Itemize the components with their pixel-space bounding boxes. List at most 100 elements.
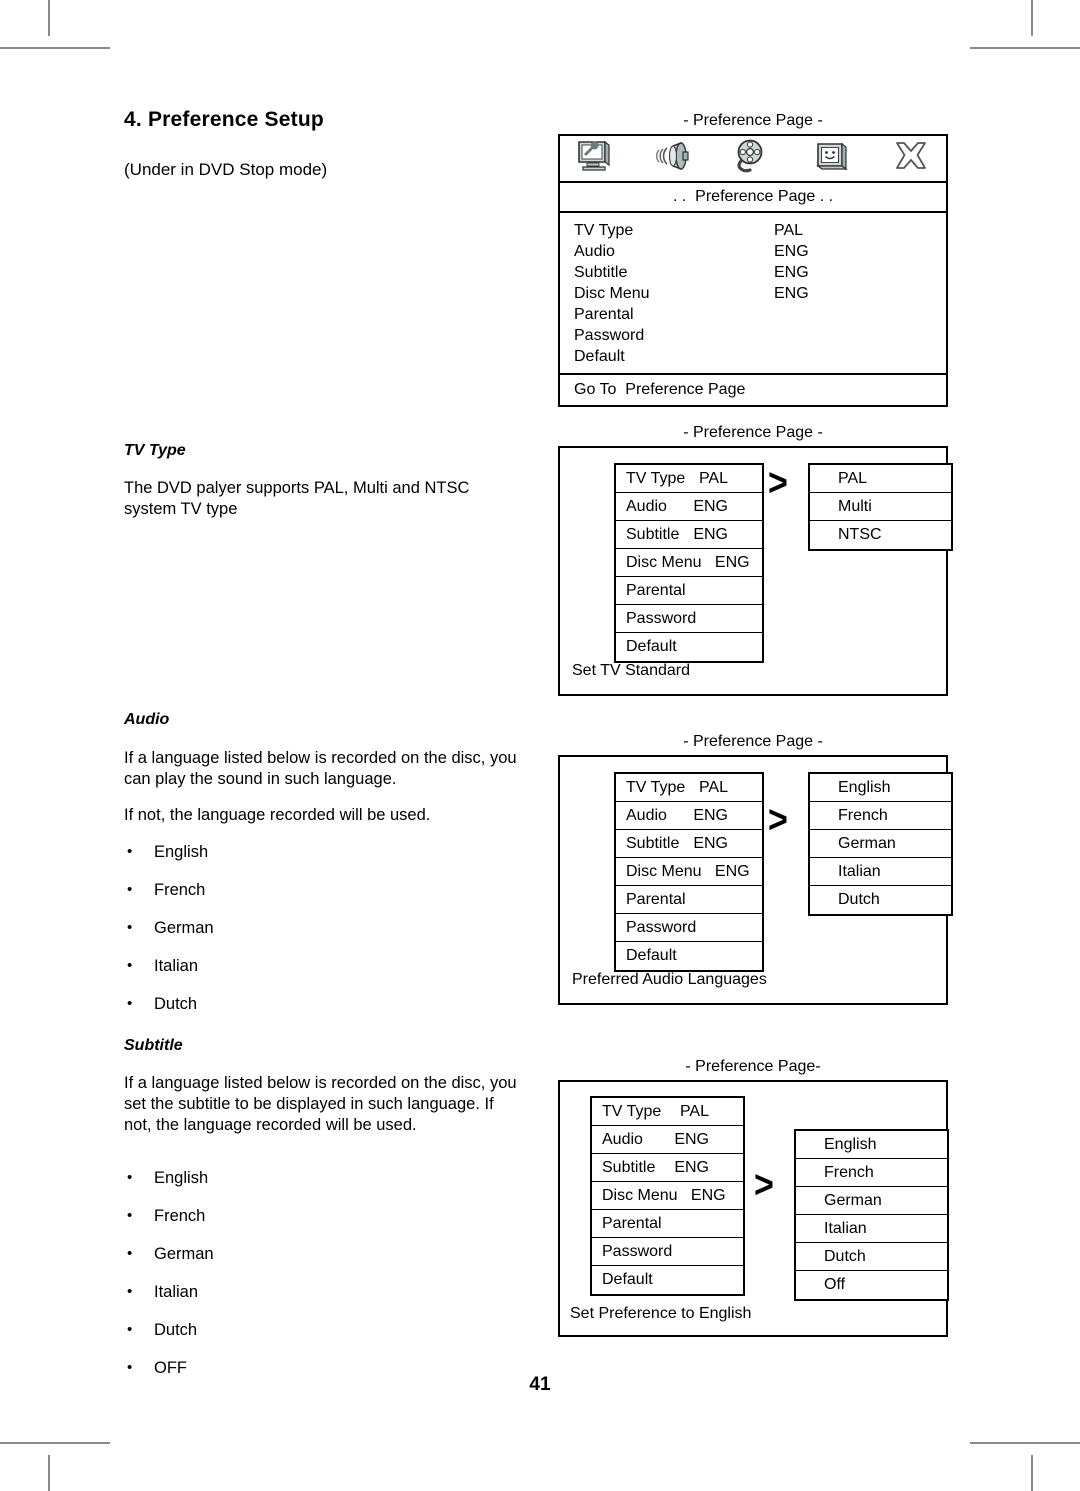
video-setup-icon[interactable] [732, 139, 774, 178]
page-title: 4. Preference Setup [124, 108, 324, 131]
list-item: Dutch [124, 1320, 424, 1340]
osd-footer-hint: Set TV Standard [572, 662, 690, 679]
osd-menu-item[interactable]: Subtitle ENG [616, 830, 762, 858]
osd-menu-item-label: Audio [626, 807, 667, 824]
osd-menu-item[interactable]: TV Type PAL [592, 1098, 743, 1126]
diagram-caption: - Preference Page - [683, 112, 823, 129]
selection-arrow-icon: > [768, 461, 788, 505]
osd-menu-item[interactable]: Password [592, 1238, 743, 1266]
osd-menu-item-label: Disc Menu ENG [602, 1187, 726, 1204]
osd-menu-item-label: TV Type [602, 1103, 662, 1120]
osd-menu-item[interactable]: Parental [592, 1210, 743, 1238]
osd-menu-item-label: Password [626, 919, 697, 936]
list-item: English [124, 1168, 424, 1188]
list-item: Italian [124, 1282, 424, 1302]
osd-submenu-item[interactable]: English [796, 1131, 947, 1159]
osd-menu-item-label: Parental [626, 891, 686, 908]
osd-setting-row[interactable]: Password [560, 325, 946, 346]
page-subnote: (Under in DVD Stop mode) [124, 160, 328, 179]
crop-mark-top-left-vertical [48, 0, 50, 36]
subtitle-language-list: EnglishFrenchGermanItalianDutchOFF [124, 1168, 424, 1397]
crop-mark-bottom-right-vertical [1031, 1455, 1033, 1491]
osd-submenu-item[interactable]: Multi [810, 493, 951, 521]
section-body-audio-2: If not, the language recorded will be us… [124, 806, 431, 824]
osd-menu-item-label: Default [626, 638, 677, 655]
osd-menu-item[interactable]: Default [592, 1266, 743, 1294]
osd-menu-item-value: ENG [674, 1131, 709, 1148]
osd-setting-row[interactable]: Default [560, 346, 946, 367]
osd-submenu-item[interactable]: Italian [796, 1215, 947, 1243]
osd-submenu-item[interactable]: NTSC [810, 521, 951, 549]
osd-setting-value: ENG [774, 285, 809, 302]
osd-menu-item-label: Password [602, 1243, 673, 1260]
osd-menu-item[interactable]: Parental [616, 577, 762, 605]
osd-menu-item-label: Audio [626, 498, 667, 515]
osd-submenu-item[interactable]: French [796, 1159, 947, 1187]
osd-icon-bar [560, 136, 946, 183]
osd-menu-item[interactable]: TV Type PAL [616, 774, 762, 802]
osd-menu-item[interactable]: Disc Menu ENG [592, 1182, 743, 1210]
osd-setting-row[interactable]: Audio ENG [560, 241, 946, 262]
osd-menu-item[interactable]: TV Type PAL [616, 465, 762, 493]
crop-mark-top-left-horizontal [0, 47, 110, 49]
osd-menu-item-label: Audio [602, 1131, 643, 1148]
osd-menu-item-value: ENG [693, 526, 728, 543]
list-item: German [124, 1244, 424, 1264]
osd-submenu-item[interactable]: Dutch [796, 1243, 947, 1271]
osd-menu-item[interactable]: Default [616, 633, 762, 661]
osd-menu-item[interactable]: Audio ENG [616, 802, 762, 830]
selection-arrow-icon: > [768, 798, 788, 842]
osd-menu-item[interactable]: Password [616, 605, 762, 633]
osd-submenu-item[interactable]: German [810, 830, 951, 858]
osd-footer-hint: Set Preference to English [570, 1305, 752, 1322]
osd-menu-item-label: Parental [626, 582, 686, 599]
osd-submenu-item[interactable]: French [810, 802, 951, 830]
audio-setup-icon[interactable] [652, 140, 692, 177]
osd-submenu-item[interactable]: Dutch [810, 886, 951, 914]
osd-setting-label: Disc Menu [574, 285, 650, 302]
diagram-audio: - Preference Page - TV Type PAL Audio ENG Su… [558, 733, 953, 1005]
osd-menu-item[interactable]: Disc Menu ENG [616, 858, 762, 886]
list-item: Italian [124, 956, 424, 976]
osd-submenu-item[interactable]: Off [796, 1271, 947, 1299]
osd-setting-label: TV Type [574, 222, 634, 239]
osd-menu-item[interactable]: Audio ENG [616, 493, 762, 521]
osd-menu-column: TV Type PAL Audio ENG Subtitle ENG Disc Menu E… [614, 772, 764, 972]
crop-mark-top-right-vertical [1031, 0, 1033, 36]
osd-menu-item[interactable]: Default [616, 942, 762, 970]
osd-setting-row[interactable]: Parental [560, 304, 946, 325]
osd-menu-item[interactable]: Subtitle ENG [592, 1154, 743, 1182]
osd-footer-hint: Go To Preference Page [560, 373, 946, 405]
osd-setting-row[interactable]: Subtitle ENG [560, 262, 946, 283]
osd-setting-label: Subtitle [574, 264, 628, 281]
left-text-column: 4. Preference Setup (Under in DVD Stop m… [124, 108, 534, 180]
list-item: English [124, 842, 424, 862]
audio-language-list: English French German Italian Dutch [124, 842, 424, 1033]
preference-setup-icon[interactable] [814, 139, 850, 178]
osd-menu-item-label: Subtitle [602, 1159, 656, 1176]
osd-submenu-item[interactable]: English [810, 774, 951, 802]
exit-setup-icon[interactable] [890, 139, 932, 178]
osd-menu-item[interactable]: Subtitle ENG [616, 521, 762, 549]
osd-submenu-column: English French German Italian Dutch [808, 772, 953, 916]
osd-submenu-item[interactable]: PAL [810, 465, 951, 493]
osd-submenu-item[interactable]: German [796, 1187, 947, 1215]
diagram-preference-page-main: - Preference Page - . . Preference Page … [558, 112, 948, 407]
osd-setting-row[interactable]: Disc Menu ENG [560, 283, 946, 304]
general-setup-icon[interactable] [574, 139, 612, 178]
osd-menu-item[interactable]: Audio ENG [592, 1126, 743, 1154]
osd-menu-item[interactable]: Password [616, 914, 762, 942]
osd-setting-row[interactable]: TV Type PAL [560, 220, 946, 241]
section-body-tv-type: The DVD palyer supports PAL, Multi and N… [124, 479, 470, 518]
osd-menu-item-label: Parental [602, 1215, 662, 1232]
diagram-caption: - Preference Page - [683, 733, 823, 750]
osd-menu-item-label: Default [602, 1271, 653, 1288]
osd-menu-item[interactable]: Disc Menu ENG [616, 549, 762, 577]
diagram-caption: - Preference Page - [683, 424, 823, 441]
osd-settings-list: TV Type PAL Audio ENG Subtitle ENG Disc Menu EN… [560, 213, 946, 373]
section-body-audio-1: If a language listed below is recorded o… [124, 749, 517, 788]
osd-menu-item[interactable]: Parental [616, 886, 762, 914]
osd-setting-value: PAL [774, 222, 804, 239]
osd-submenu-item[interactable]: Italian [810, 858, 951, 886]
osd-screen: . . Preference Page . . TV Type PAL Audio E… [558, 134, 948, 407]
